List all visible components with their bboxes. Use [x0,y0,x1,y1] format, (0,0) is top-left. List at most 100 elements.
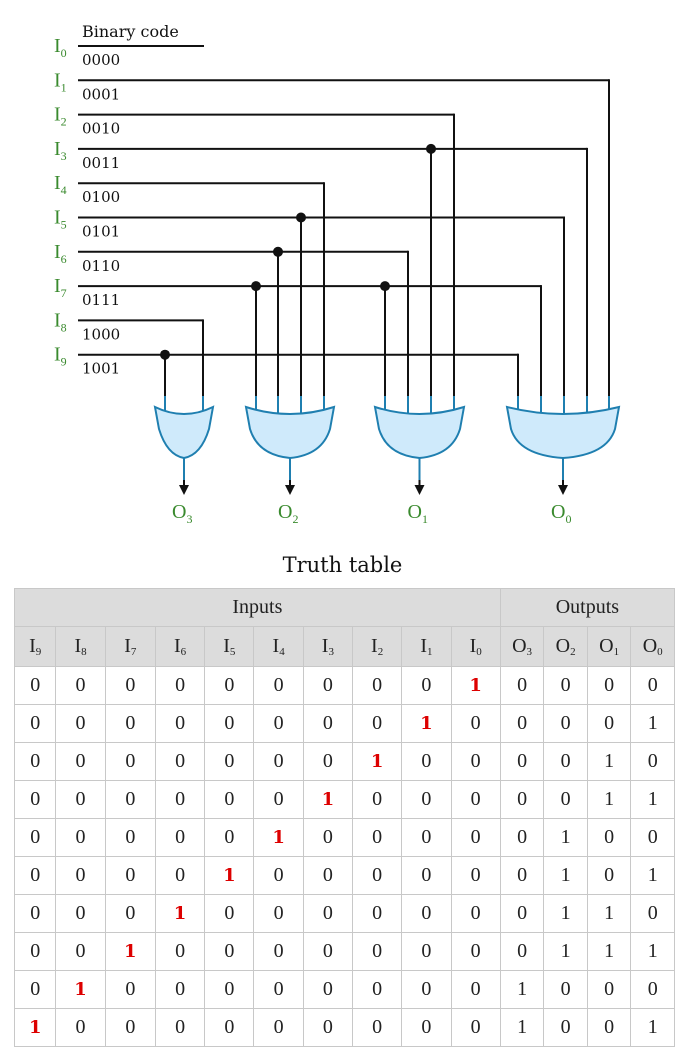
table-cell: 1 [543,818,588,857]
table-cell: 0 [499,780,545,819]
table-cell: 0 [302,970,354,1009]
table-cell: 0 [302,932,354,971]
output-arrow-icon [179,485,189,495]
table-cell: 0 [586,704,632,743]
table-cell: 0 [55,780,106,819]
table-cell: 1 [204,856,255,895]
column-header-i5: I5 [204,626,255,667]
output-arrow-icon [285,485,295,495]
table-cell: 0 [401,666,452,705]
table-cell: 1 [55,970,106,1009]
table-cell: 0 [351,894,403,933]
encoder-circuit-diagram: O3 O2 O1 O0 I0 0000I1 0001I2 0010I3 0011I4 0100I… [54,22,621,526]
table-cell: 0 [450,704,501,743]
binary-code-4: 0100 [82,188,120,206]
table-cell: 0 [450,932,501,971]
table-cell: 0 [154,780,206,819]
table-cell: 0 [204,818,255,857]
table-cell: 0 [204,780,255,819]
table-cell: 0 [543,780,588,819]
table-cell: 0 [450,780,501,819]
table-cell: 0 [253,1008,304,1047]
table-cell: 1 [253,818,304,857]
table-cell: 0 [204,932,255,971]
table-cell: 0 [104,742,156,781]
table-row: 00000100000100 [13,818,675,857]
table-cell: 1 [586,932,632,971]
input-label-1: I1 [54,69,67,94]
table-cell: 1 [302,780,354,819]
table-cell: 0 [253,704,304,743]
table-cell: 1 [543,856,588,895]
table-cell: 0 [401,970,452,1009]
table-cell: 0 [401,1008,452,1047]
table-cell: 0 [13,818,57,857]
output-label-2: O2 [278,501,298,526]
table-cell: 0 [204,704,255,743]
table-cell: 0 [104,780,156,819]
table-cell: 0 [302,666,354,705]
table-cell: 0 [104,666,156,705]
binary-code-8: 1000 [82,325,120,343]
table-cell: 0 [13,856,57,895]
junction-dot [273,246,283,257]
output-label-3: O3 [172,501,192,526]
table-cell: 0 [154,666,206,705]
table-cell: 0 [55,666,106,705]
table-cell: 0 [499,894,545,933]
column-header-i2: I2 [351,626,403,667]
table-cell: 1 [630,1008,675,1047]
table-cell: 0 [55,1008,106,1047]
binary-code-5: 0101 [82,223,120,241]
or-gates: O3 O2 O1 O0 [153,396,621,526]
table-cell: 0 [253,780,304,819]
table-cell: 0 [630,970,675,1009]
table-cell: 1 [630,704,675,743]
table-row: 00001000000101 [13,856,675,895]
table-cell: 0 [104,894,156,933]
binary-code-7: 0111 [82,291,120,309]
table-cell: 0 [401,780,452,819]
table-cell: 1 [630,932,675,971]
binary-code-2: 0010 [82,120,120,138]
table-cell: 0 [499,818,545,857]
table-cell: 1 [154,894,206,933]
table-row: 10000000001001 [13,1008,675,1047]
table-cell: 0 [104,818,156,857]
column-header-i3: I3 [302,626,354,667]
table-cell: 0 [154,704,206,743]
table-cell: 0 [351,932,403,971]
wires [78,45,610,397]
table-cell: 0 [204,666,255,705]
table-row: 00000000100001 [13,704,675,743]
table-cell: 1 [543,894,588,933]
table-cell: 0 [55,742,106,781]
table-cell: 0 [253,932,304,971]
table-cell: 0 [499,704,545,743]
input-label-4: I4 [54,172,67,197]
column-header-i9: I9 [13,626,57,667]
table-cell: 0 [586,856,632,895]
column-header-i8: I8 [55,626,106,667]
junction-dot [296,212,306,223]
input-label-6: I6 [54,241,67,266]
table-cell: 0 [586,1008,632,1047]
table-cell: 0 [204,970,255,1009]
table-cell: 1 [499,1008,545,1047]
table-cell: 0 [450,856,501,895]
table-cell: 0 [499,856,545,895]
table-row: 00100000000111 [13,932,675,971]
table-cell: 1 [13,1008,57,1047]
table-cell: 0 [154,1008,206,1047]
table-cell: 0 [55,704,106,743]
junction-dot [380,281,390,292]
table-cell: 0 [13,894,57,933]
table-cell: 0 [253,666,304,705]
table-cell: 0 [586,818,632,857]
table-cell: 0 [55,894,106,933]
table-cell: 0 [351,666,403,705]
binary-code-1: 0001 [82,85,120,103]
truth-table: Inputs Outputs I9 I8 I7 I6 I5 I4 I3 I2 I1 I0 O3 O2 O… [13,588,675,1047]
column-header-o0: O0 [630,626,675,667]
table-cell: 0 [253,742,304,781]
